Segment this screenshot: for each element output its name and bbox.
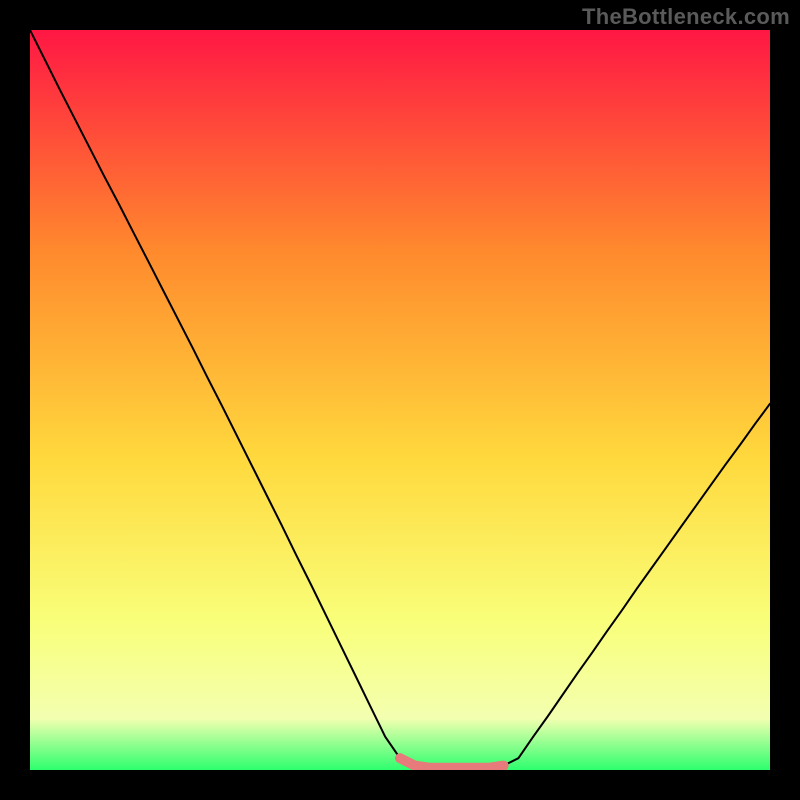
watermark-text: TheBottleneck.com: [582, 4, 790, 30]
bottleneck-curve-chart: [30, 30, 770, 770]
app-frame: TheBottleneck.com: [0, 0, 800, 800]
gradient-background: [30, 30, 770, 770]
chart-plot-area: [30, 30, 770, 770]
